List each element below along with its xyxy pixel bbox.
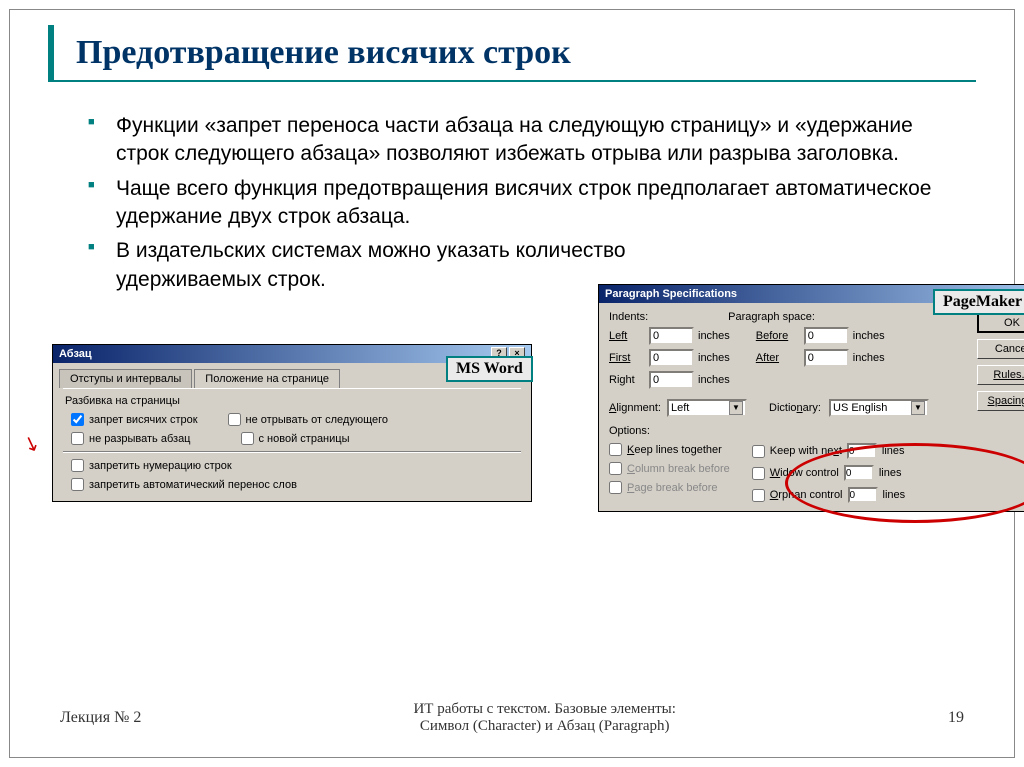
- footer-center: ИТ работы с текстом. Базовые элементы: С…: [141, 701, 948, 735]
- checkbox-keep-next[interactable]: [752, 445, 765, 458]
- pagemaker-dialog: Paragraph Specifications × OK Cancel Rul…: [598, 284, 1024, 512]
- right-input[interactable]: [649, 371, 694, 389]
- after-label: After: [756, 352, 804, 364]
- checkbox-keep-together[interactable]: не разрывать абзац: [71, 432, 191, 445]
- first-input[interactable]: [649, 349, 694, 367]
- bullet-item: Чаще всего функция предотвращения висячи…: [88, 175, 954, 232]
- tab-page-position[interactable]: Положение на странице: [194, 369, 340, 388]
- dictionary-label: Dictionary:: [769, 402, 829, 414]
- pm-title-text: Paragraph Specifications: [605, 288, 737, 300]
- tab-indents[interactable]: Отступы и интервалы: [59, 369, 192, 388]
- bullet-list: Функции «запрет переноса части абзаца на…: [88, 112, 954, 294]
- chevron-down-icon: ▼: [911, 401, 925, 415]
- pm-buttons: OK Cancel Rules... Spacing...: [977, 313, 1024, 411]
- alignment-label: Alignment:: [609, 402, 667, 414]
- ok-button[interactable]: OK: [977, 313, 1024, 333]
- cancel-button[interactable]: Cancel: [977, 339, 1024, 359]
- checkbox-keep-lines[interactable]: Keep lines together: [609, 443, 730, 456]
- left-input[interactable]: [649, 327, 694, 345]
- right-label: Right: [609, 374, 649, 386]
- group-pagination: Разбивка на страницы: [65, 395, 521, 407]
- checkbox-suppress-line-nums[interactable]: запретить нумерацию строк: [71, 459, 513, 472]
- page-number: 19: [948, 709, 964, 727]
- rules-button[interactable]: Rules...: [977, 365, 1024, 385]
- checkbox-keep-with-next[interactable]: не отрывать от следующего: [228, 413, 388, 426]
- alignment-select[interactable]: Left▼: [667, 399, 747, 417]
- slide-title: Предотвращение висячих строк: [76, 34, 571, 72]
- dictionary-select[interactable]: US English▼: [829, 399, 929, 417]
- slide-title-bar: Предотвращение висячих строк: [48, 26, 976, 82]
- word-title-text: Абзац: [59, 348, 92, 360]
- pointer-arrow-icon: ↘: [19, 429, 43, 458]
- badge-pagemaker: PageMaker: [933, 289, 1024, 315]
- badge-msword: MS Word: [446, 356, 533, 382]
- bullet-item: Функции «запрет переноса части абзаца на…: [88, 112, 954, 169]
- widow-input[interactable]: [844, 465, 874, 481]
- accent-bar: [48, 25, 54, 81]
- first-label: First: [609, 352, 649, 364]
- footer-left: Лекция № 2: [60, 709, 141, 727]
- options-label: Options:: [609, 425, 1024, 437]
- checkbox-widow[interactable]: [752, 467, 765, 480]
- left-label: Left: [609, 330, 649, 342]
- keep-next-input[interactable]: [847, 443, 877, 459]
- indents-label: Indents:: [609, 311, 648, 323]
- checkbox-page-break-before[interactable]: Page break before: [609, 481, 730, 494]
- orphan-input[interactable]: [848, 487, 878, 503]
- checkbox-column-break[interactable]: Column break before: [609, 462, 730, 475]
- checkbox-no-hyphen[interactable]: запретить автоматический перенос слов: [71, 478, 513, 491]
- checkbox-orphan[interactable]: [752, 489, 765, 502]
- checkbox-widow-orphan[interactable]: запрет висячих строк: [71, 413, 198, 426]
- slide-footer: Лекция № 2 ИТ работы с текстом. Базовые …: [10, 701, 1014, 735]
- before-label: Before: [756, 330, 804, 342]
- checkbox-page-break[interactable]: с новой страницы: [241, 432, 350, 445]
- pspace-label: Paragraph space:: [728, 311, 815, 323]
- spacing-button[interactable]: Spacing...: [977, 391, 1024, 411]
- chevron-down-icon: ▼: [729, 401, 743, 415]
- before-input[interactable]: [804, 327, 849, 345]
- after-input[interactable]: [804, 349, 849, 367]
